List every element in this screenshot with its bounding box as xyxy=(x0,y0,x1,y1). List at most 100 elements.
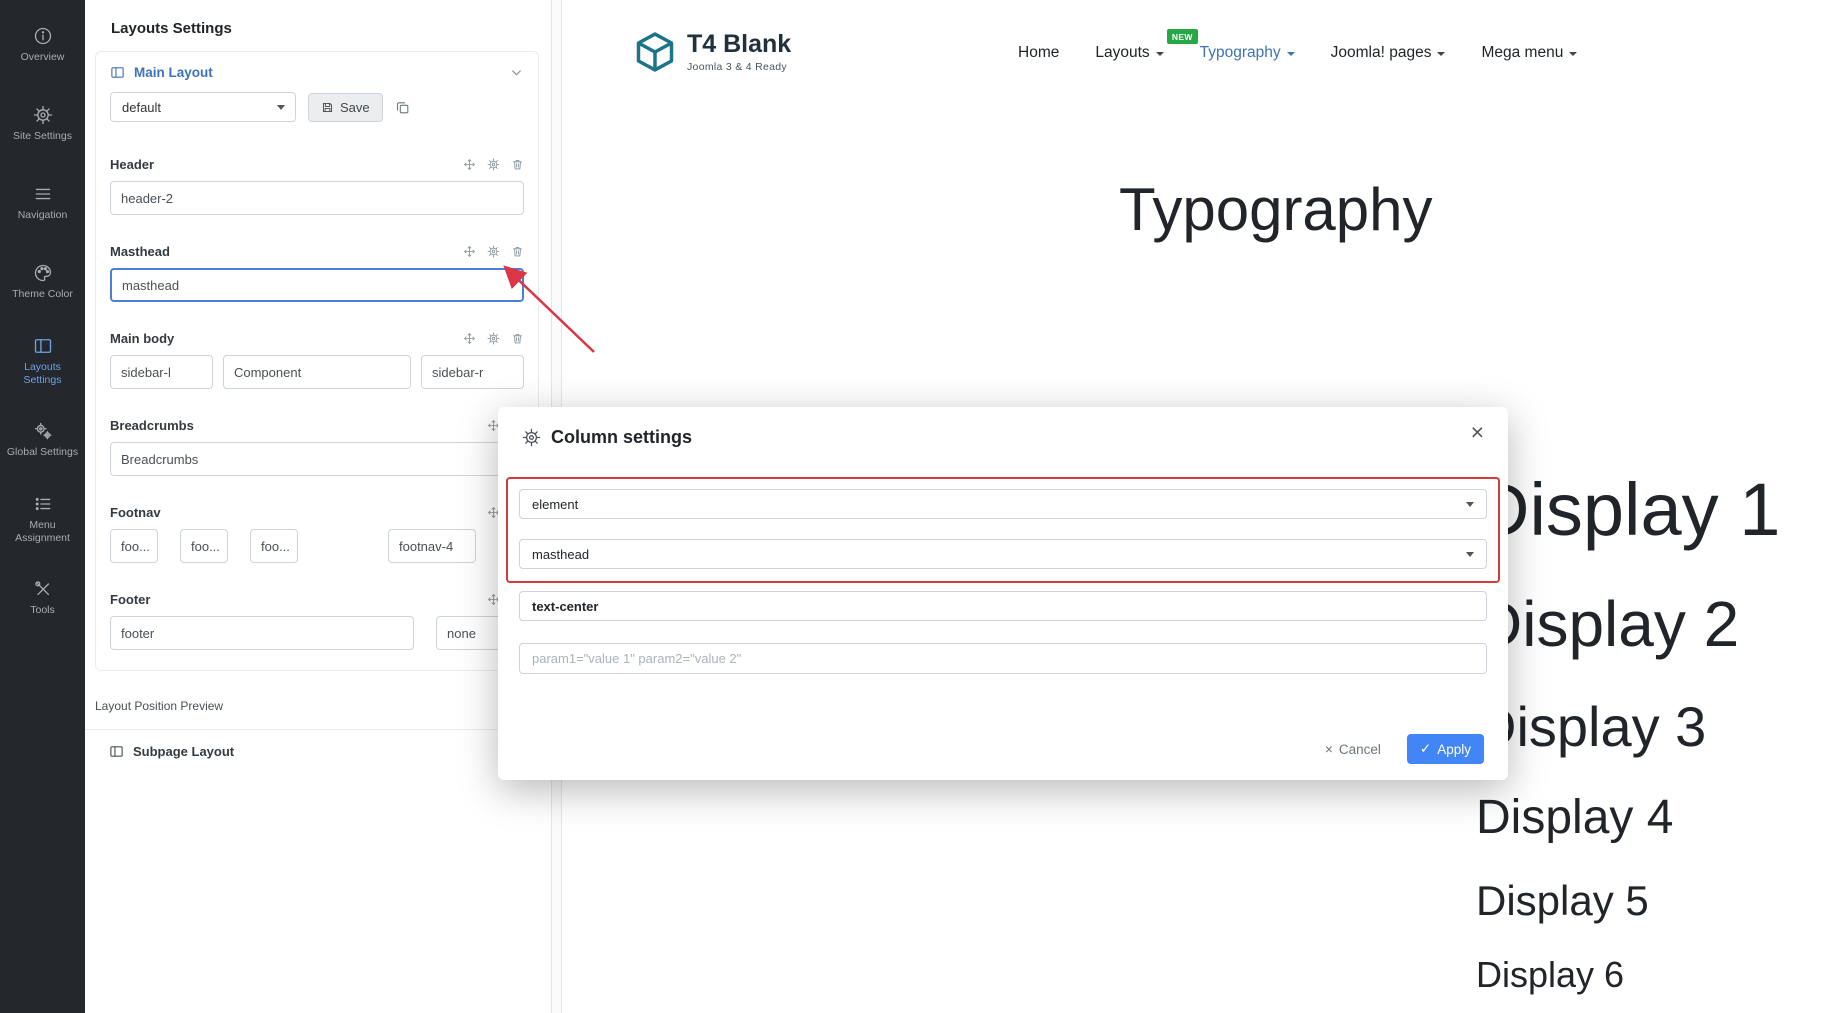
display-5-heading: Display 5 xyxy=(1476,877,1649,924)
save-icon xyxy=(321,101,334,114)
nav-item-mega-menu[interactable]: Mega menu xyxy=(1481,44,1578,62)
apply-button[interactable]: ✓ Apply xyxy=(1406,734,1484,764)
sidebar-item-tools[interactable]: Tools xyxy=(0,559,85,638)
main-layout-header[interactable]: Main Layout xyxy=(96,52,538,90)
sidebar-item-layouts-settings[interactable]: Layouts Settings xyxy=(0,322,85,401)
position-block-footnav-3[interactable]: foo... xyxy=(250,529,298,563)
position-block-footnav-1[interactable]: foo... xyxy=(110,529,158,563)
gear-icon xyxy=(522,428,541,447)
sidebar-item-global-settings[interactable]: Global Settings xyxy=(0,401,85,480)
sidebar-item-label: Layouts Settings xyxy=(23,360,62,386)
position-block-footer[interactable]: footer xyxy=(110,616,414,650)
main-layout-title: Main Layout xyxy=(134,65,213,80)
position-block-footnav-2[interactable]: foo... xyxy=(180,529,228,563)
move-icon[interactable] xyxy=(463,245,476,258)
grid-icon xyxy=(109,744,124,759)
css-class-input[interactable] xyxy=(519,591,1487,621)
nav-item-joomla-pages[interactable]: Joomla! pages xyxy=(1331,44,1446,62)
copy-icon xyxy=(395,100,410,115)
x-icon: × xyxy=(1324,741,1333,757)
position-block-sidebar-l[interactable]: sidebar-l xyxy=(110,355,213,389)
cancel-button[interactable]: × Cancel xyxy=(1325,742,1381,757)
params-input[interactable] xyxy=(519,643,1487,674)
column-position-select[interactable]: masthead xyxy=(519,539,1487,569)
nav-label: Typography xyxy=(1199,44,1281,61)
position-block-breadcrumbs[interactable]: Breadcrumbs xyxy=(110,442,524,476)
admin-sidebar: Overview Site Settings Navigation Theme … xyxy=(0,0,85,1013)
info-icon xyxy=(33,26,53,46)
site-logo-title: T4 Blank xyxy=(687,29,792,58)
column-type-value: element xyxy=(532,496,579,512)
caret-down-icon xyxy=(1155,52,1164,56)
section-header: Header header-2 xyxy=(96,138,538,225)
subpage-layout-title: Subpage Layout xyxy=(133,744,235,759)
nav-item-layouts[interactable]: Layouts NEW xyxy=(1095,29,1198,62)
duplicate-layout-button[interactable] xyxy=(395,100,410,115)
position-block-footnav-4[interactable]: footnav-4 xyxy=(388,529,476,563)
section-breadcrumbs: Breadcrumbs Breadcrumbs xyxy=(96,399,538,486)
caret-down-icon xyxy=(1569,52,1578,56)
subpage-layout-header[interactable]: Subpage Layout xyxy=(85,729,551,773)
position-block-component[interactable]: Component xyxy=(222,355,412,389)
sidebar-item-label: Global Settings xyxy=(6,446,79,459)
move-icon[interactable] xyxy=(463,158,476,171)
sidebar-item-theme-color[interactable]: Theme Color xyxy=(0,243,85,322)
section-main-body-title: Main body xyxy=(110,330,175,346)
site-logo-subtitle: Joomla 3 & 4 Ready xyxy=(687,60,787,73)
trash-icon[interactable] xyxy=(511,158,524,171)
column-type-select[interactable]: element xyxy=(519,489,1487,519)
caret-down-icon xyxy=(1466,552,1474,557)
position-block-masthead-selected[interactable]: masthead xyxy=(110,268,524,302)
section-footer-title: Footer xyxy=(110,591,151,607)
move-icon[interactable] xyxy=(463,332,476,345)
sidebar-item-label: Theme Color xyxy=(12,288,73,301)
close-icon[interactable]: × xyxy=(1471,421,1484,444)
cube-logo-icon xyxy=(633,30,677,74)
gear-icon[interactable] xyxy=(487,332,500,345)
sidebar-item-overview[interactable]: Overview xyxy=(0,6,85,85)
position-block-sidebar-r[interactable]: sidebar-r xyxy=(421,355,524,389)
layout-profile-value: default xyxy=(122,99,162,115)
trash-icon[interactable] xyxy=(511,332,524,345)
check-icon: ✓ xyxy=(1419,741,1432,756)
nav-item-home[interactable]: Home xyxy=(1018,44,1059,62)
sidebar-item-label: Overview xyxy=(20,51,65,64)
new-badge: NEW xyxy=(1166,29,1198,44)
section-breadcrumbs-title: Breadcrumbs xyxy=(110,417,194,433)
display-3-heading: Display 3 xyxy=(1476,695,1707,758)
sidebar-item-menu-assignment[interactable]: Menu Assignment xyxy=(0,480,85,559)
layout-profile-select[interactable]: default xyxy=(110,92,296,122)
gear-icon[interactable] xyxy=(487,158,500,171)
save-button[interactable]: Save xyxy=(308,92,383,122)
nav-label: Layouts xyxy=(1095,44,1150,61)
layout-toolbar: default Save xyxy=(96,90,538,138)
column-settings-modal: Column settings × element masthead × Can… xyxy=(498,407,1508,780)
nav-item-typography[interactable]: Typography xyxy=(1200,44,1295,62)
modal-title: Column settings xyxy=(551,427,693,447)
position-block-header-2[interactable]: header-2 xyxy=(110,181,524,215)
section-footnav: Footnav foo... foo... foo... footnav-4 xyxy=(96,486,538,573)
site-logo[interactable]: T4 Blank Joomla 3 & 4 Ready xyxy=(633,30,791,74)
caret-down-icon xyxy=(1466,502,1474,507)
caret-down-icon xyxy=(1286,52,1295,56)
list-icon xyxy=(33,494,53,514)
sidebar-item-navigation[interactable]: Navigation xyxy=(0,164,85,243)
cancel-label: Cancel xyxy=(1338,741,1381,757)
save-label: Save xyxy=(340,99,370,115)
sidebar-item-site-settings[interactable]: Site Settings xyxy=(0,85,85,164)
sidebar-item-label: Site Settings xyxy=(13,130,72,143)
chevron-down-icon[interactable] xyxy=(509,65,524,80)
sidebar-item-label: Tools xyxy=(30,604,55,617)
layouts-settings-panel: Layouts Settings Main Layout default Sav… xyxy=(85,0,551,1013)
panel-title: Layouts Settings xyxy=(111,20,232,37)
section-footer: Footer footer none xyxy=(96,573,538,660)
gear-icon[interactable] xyxy=(487,245,500,258)
sidebar-item-label: Navigation xyxy=(17,209,68,222)
trash-icon[interactable] xyxy=(511,245,524,258)
nav-label: Joomla! pages xyxy=(1330,44,1432,61)
gear-icon xyxy=(33,105,53,125)
column-position-value: masthead xyxy=(532,546,590,562)
app-window: Overview Site Settings Navigation Theme … xyxy=(0,0,1838,1013)
hamburger-icon xyxy=(33,184,53,204)
section-footnav-title: Footnav xyxy=(110,504,161,520)
